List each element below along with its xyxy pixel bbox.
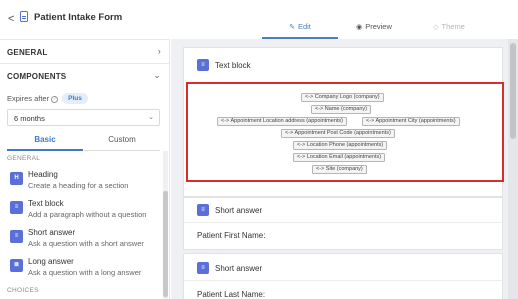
form-canvas: ≡ Text block <-> Company Logo (company) … [171, 39, 518, 299]
back-chevron-icon[interactable]: < [8, 13, 14, 25]
text-block-icon: ≡ [197, 59, 209, 71]
card-title: Short answer [215, 264, 263, 273]
expires-select[interactable]: 6 months ⌄ [7, 109, 160, 126]
components-section-label: COMPONENTS [7, 72, 67, 81]
tab-preview-label: Preview [365, 22, 392, 31]
component-long-answer[interactable]: ≣ Long answer Ask a question with a long… [8, 257, 163, 285]
component-desc: Add a paragraph without a question [28, 210, 147, 219]
component-short-answer[interactable]: ≡ Short answer Ask a question with a sho… [8, 228, 163, 256]
expires-label-text: Expires after [7, 94, 50, 103]
canvas-scrollbar[interactable] [508, 39, 518, 299]
top-bar: < Patient Intake Form ✎ Edit ◉ Preview ◇ Th… [0, 0, 518, 39]
chevron-down-icon: ⌄ [153, 70, 161, 80]
merge-field-chip[interactable]: <-> Appointment City (appointments) [362, 117, 460, 126]
document-icon [20, 11, 28, 22]
chevron-right-icon: › [157, 46, 161, 56]
page-title: Patient Intake Form [34, 12, 123, 23]
short-answer-card[interactable]: ≡ Short answer Patient First Name: [183, 197, 503, 250]
tab-theme-label: Theme [441, 22, 465, 31]
tab-theme[interactable]: ◇ Theme [424, 22, 474, 39]
group-label-general: GENERAL [7, 155, 41, 162]
short-answer-icon: ≡ [10, 230, 23, 243]
chevron-down-icon: ⌄ [148, 114, 154, 121]
component-desc: Ask a question with a short answer [28, 239, 144, 248]
expires-select-value: 6 months [14, 114, 45, 123]
component-name: Text block [28, 199, 64, 208]
sidebar-scroll-thumb[interactable] [163, 191, 168, 297]
merge-field-chip[interactable]: <-> Location Phone (appointments) [293, 141, 388, 150]
group-label-choices: CHOICES [7, 287, 39, 294]
components-section-header[interactable]: COMPONENTS ⌄ [0, 63, 170, 87]
pencil-icon: ✎ [289, 24, 295, 31]
component-heading[interactable]: H Heading Create a heading for a section [8, 170, 163, 198]
canvas-scroll-thumb[interactable] [510, 43, 516, 139]
subtab-custom[interactable]: Custom [84, 135, 160, 151]
component-name: Heading [28, 170, 58, 179]
general-section-label: GENERAL [7, 48, 48, 57]
card-title: Short answer [215, 206, 263, 215]
component-desc: Create a heading for a section [28, 181, 129, 190]
merge-field-chip[interactable]: <-> Company Logo (company) [301, 93, 384, 102]
long-answer-icon: ≣ [10, 259, 23, 272]
merge-field-chip[interactable]: <-> Name (company) [311, 105, 371, 114]
field-label: Patient First Name: [197, 231, 266, 240]
component-text-block[interactable]: ≡ Text block Add a paragraph without a q… [8, 199, 163, 227]
merge-field-chip[interactable]: <-> Location Email (appointments) [293, 153, 386, 162]
card-divider [184, 222, 502, 223]
eye-icon: ◉ [356, 24, 363, 31]
short-answer-card[interactable]: ≡ Short answer Patient Last Name: [183, 253, 503, 299]
help-icon[interactable]: ? [51, 96, 59, 103]
component-desc: Ask a question with a long answer [28, 268, 142, 277]
tag-icon: ◇ [433, 24, 439, 31]
text-block-icon: ≡ [10, 201, 23, 214]
card-title: Text block [215, 61, 251, 70]
tab-edit-label: Edit [297, 22, 311, 31]
tab-edit[interactable]: ✎ Edit [262, 22, 338, 39]
heading-icon: H [10, 172, 23, 185]
short-answer-icon: ≡ [197, 204, 209, 216]
merge-field-chip[interactable]: <-> Appointment Post Code (appointments) [281, 129, 395, 138]
component-subtabs: Basic Custom [7, 135, 160, 151]
component-name: Long answer [28, 257, 74, 266]
sidebar-scrollbar[interactable] [163, 151, 168, 299]
card-divider [184, 280, 502, 281]
text-block-content[interactable]: <-> Company Logo (company) <-> Name (com… [186, 82, 504, 182]
component-name: Short answer [28, 228, 76, 237]
tab-preview[interactable]: ◉ Preview [348, 22, 400, 39]
merge-field-chip[interactable]: <-> Appointment Location address (appoin… [217, 117, 347, 126]
general-section-header[interactable]: GENERAL › [0, 39, 170, 63]
subtab-basic[interactable]: Basic [7, 135, 83, 151]
plus-badge: Plus [62, 93, 88, 104]
short-answer-icon: ≡ [197, 262, 209, 274]
field-label: Patient Last Name: [197, 290, 266, 299]
sidebar: GENERAL › COMPONENTS ⌄ Expires after ? P… [0, 39, 170, 299]
merge-field-chip[interactable]: <-> Site (company) [312, 165, 367, 174]
expires-label: Expires after ? [7, 94, 59, 103]
